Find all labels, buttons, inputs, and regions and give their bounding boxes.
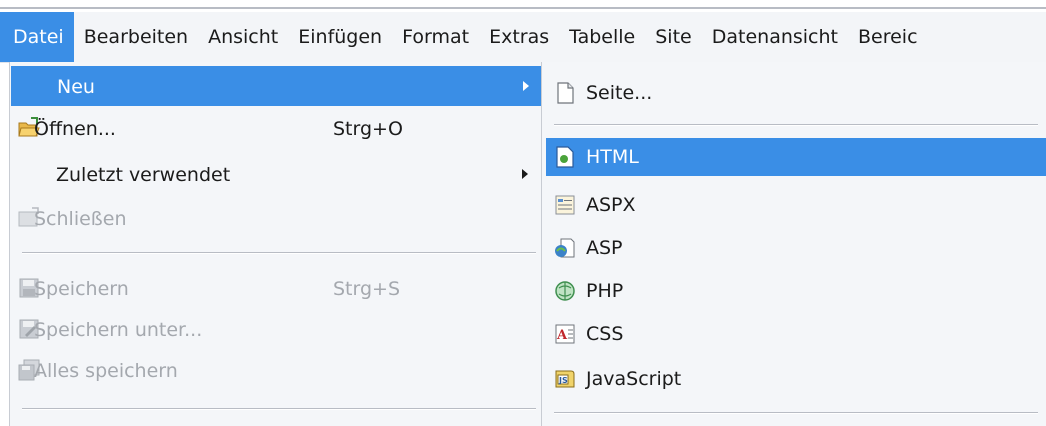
new-submenu: Seite... HTML ASPX ASP PHP A CSS JS Java…	[541, 62, 1046, 426]
menu-item-speichern[interactable]: Speichern Strg+S	[10, 268, 542, 308]
menu-item-alles-speichern[interactable]: Alles speichern	[10, 350, 542, 390]
menu-separator	[554, 124, 1038, 125]
submenu-item-aspx[interactable]: ASPX	[542, 186, 1046, 224]
menu-item-schliessen[interactable]: Schließen	[10, 198, 542, 238]
javascript-file-icon: JS	[553, 367, 577, 391]
menu-item-label: Schließen	[34, 208, 127, 230]
submenu-item-css[interactable]: A CSS	[542, 315, 1046, 353]
css-file-icon: A	[553, 322, 577, 346]
menu-bar: Datei Bearbeiten Ansicht Einfügen Format…	[0, 12, 1046, 63]
submenu-item-seite[interactable]: Seite...	[542, 74, 1046, 112]
submenu-item-label: CSS	[586, 323, 624, 345]
submenu-item-javascript[interactable]: JS JavaScript	[542, 360, 1046, 398]
menu-item-zuletzt-verwendet[interactable]: Zuletzt verwendet	[10, 154, 542, 194]
file-menu-dropdown: Neu Öffnen... Strg+O Zuletzt verwendet S…	[9, 62, 543, 426]
menu-bereiche[interactable]: Bereic	[848, 12, 928, 62]
menu-item-oeffnen[interactable]: Öffnen... Strg+O	[10, 108, 542, 148]
submenu-item-label: ASP	[586, 237, 623, 259]
menu-tabelle[interactable]: Tabelle	[559, 12, 645, 62]
menu-separator	[554, 412, 1038, 413]
menu-item-label: Zuletzt verwendet	[56, 164, 231, 186]
html-file-icon	[553, 145, 577, 169]
submenu-item-label: Seite...	[586, 82, 653, 104]
menu-separator	[22, 252, 536, 253]
aspx-file-icon	[553, 193, 577, 217]
menu-item-label: Öffnen...	[34, 118, 116, 140]
svg-text:A: A	[556, 328, 568, 343]
menu-item-label: Speichern	[34, 278, 129, 300]
submenu-arrow-icon	[522, 169, 528, 179]
menu-item-neu[interactable]: Neu	[11, 66, 541, 106]
asp-file-icon	[553, 236, 577, 260]
submenu-item-label: HTML	[586, 146, 639, 168]
menu-item-label: Alles speichern	[34, 360, 178, 382]
menu-datenansicht[interactable]: Datenansicht	[702, 12, 848, 62]
menu-extras[interactable]: Extras	[479, 12, 559, 62]
menu-separator	[22, 408, 536, 409]
menu-einfuegen[interactable]: Einfügen	[288, 12, 392, 62]
submenu-item-label: ASPX	[586, 194, 636, 216]
menu-bearbeiten[interactable]: Bearbeiten	[74, 12, 198, 62]
svg-text:JS: JS	[558, 376, 568, 385]
page-icon	[553, 81, 577, 105]
shortcut-label: Strg+S	[333, 278, 401, 300]
submenu-arrow-icon	[523, 81, 529, 91]
submenu-item-html[interactable]: HTML	[546, 138, 1046, 176]
shortcut-label: Strg+O	[333, 118, 403, 140]
window-top-edge	[0, 0, 1046, 12]
php-file-icon	[553, 279, 577, 303]
submenu-item-label: PHP	[586, 280, 624, 302]
menu-item-speichern-unter[interactable]: Speichern unter...	[10, 309, 542, 349]
submenu-item-asp[interactable]: ASP	[542, 229, 1046, 267]
submenu-item-label: JavaScript	[586, 368, 682, 390]
menu-ansicht[interactable]: Ansicht	[198, 12, 288, 62]
submenu-item-php[interactable]: PHP	[542, 272, 1046, 310]
menu-item-label: Neu	[57, 76, 95, 98]
menu-format[interactable]: Format	[392, 12, 479, 62]
menu-site[interactable]: Site	[645, 12, 701, 62]
menu-datei[interactable]: Datei	[0, 12, 74, 62]
menu-item-label: Speichern unter...	[34, 319, 203, 341]
